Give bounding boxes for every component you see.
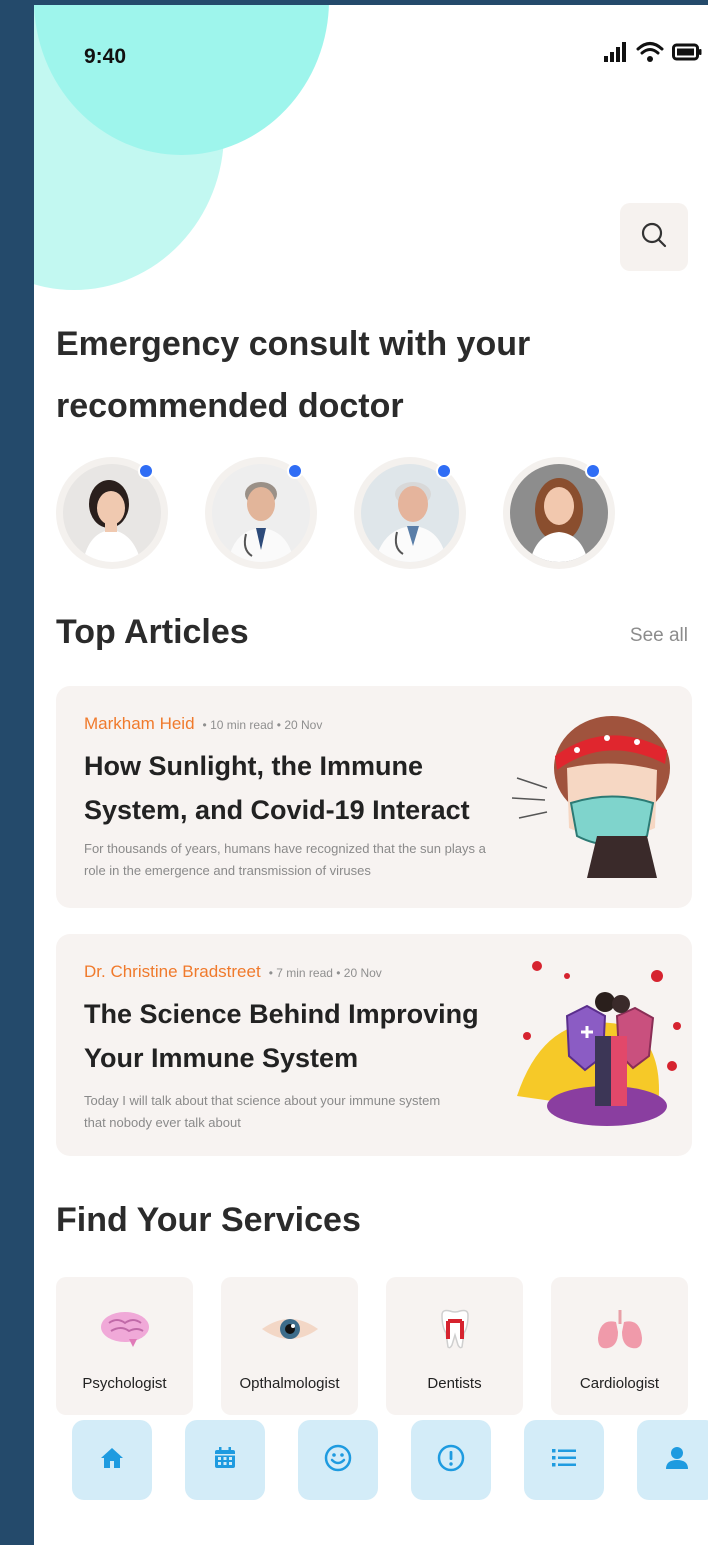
nav-list[interactable]	[524, 1420, 604, 1500]
doctor-avatar-4[interactable]	[503, 457, 615, 569]
search-button[interactable]	[620, 203, 688, 271]
service-label: Cardiologist	[579, 1375, 660, 1392]
article-description: Today I will talk about that science abo…	[84, 1093, 441, 1130]
list-icon	[552, 1447, 576, 1474]
doctor-avatar-3[interactable]	[354, 457, 466, 569]
lungs-icon	[594, 1307, 646, 1351]
tooth-icon	[438, 1307, 472, 1351]
home-icon	[100, 1447, 124, 1474]
article-meta: Markham Heid • 10 min read • 20 Nov	[84, 714, 322, 734]
top-articles-title: Top Articles	[56, 613, 249, 651]
article-title: The Science Behind Improving Your Immune…	[84, 999, 479, 1073]
service-opthalmologist[interactable]: Opthalmologist	[221, 1277, 358, 1415]
signal-icon	[604, 42, 628, 67]
doctor-avatar-1[interactable]	[56, 457, 168, 569]
article-info: • 7 min read • 20 Nov	[268, 966, 382, 980]
service-label: Dentists	[427, 1375, 482, 1392]
masked-girl-illustration	[507, 698, 682, 893]
article-author: Markham Heid	[84, 714, 195, 733]
service-label: Opthalmologist	[239, 1375, 340, 1392]
alert-icon	[437, 1444, 465, 1477]
online-indicator	[138, 463, 154, 479]
article-description: For thousands of years, humans have reco…	[84, 841, 486, 878]
see-all-link[interactable]: See all	[630, 625, 688, 647]
article-info: • 10 min read • 20 Nov	[202, 718, 323, 732]
service-dentists[interactable]: Dentists	[386, 1277, 523, 1415]
headline: Emergency consult with your recommended …	[56, 325, 531, 425]
immune-shield-illustration	[507, 946, 682, 1141]
article-title: How Sunlight, the Immune System, and Cov…	[84, 751, 470, 825]
nav-alerts[interactable]	[411, 1420, 491, 1500]
status-time: 9:40	[84, 45, 127, 68]
battery-icon	[672, 43, 702, 66]
nav-calendar[interactable]	[185, 1420, 265, 1500]
nav-mood[interactable]	[298, 1420, 378, 1500]
eye-icon	[260, 1307, 320, 1351]
wifi-icon	[636, 41, 664, 68]
status-icons	[604, 41, 702, 68]
doctor-avatar-2[interactable]	[205, 457, 317, 569]
online-indicator	[585, 463, 601, 479]
service-psychologist[interactable]: Psychologist	[56, 1277, 193, 1415]
search-icon	[640, 221, 668, 254]
services-title: Find Your Services	[56, 1201, 361, 1239]
app-screen: 9:40 Emergency consult with your recomme…	[34, 5, 708, 1545]
bottom-navigation	[72, 1420, 708, 1500]
article-author: Dr. Christine Bradstreet	[84, 962, 261, 981]
nav-home[interactable]	[72, 1420, 152, 1500]
brain-icon	[99, 1307, 151, 1351]
services-list: Psychologist Opthalmologist Dentists Car…	[56, 1277, 688, 1415]
service-cardiologist[interactable]: Cardiologist	[551, 1277, 688, 1415]
smiley-icon	[324, 1444, 352, 1477]
online-indicator	[287, 463, 303, 479]
article-card-1[interactable]: Markham Heid • 10 min read • 20 Nov How …	[56, 686, 692, 908]
doctor-list	[56, 457, 615, 569]
calendar-icon	[214, 1446, 236, 1474]
service-label: Psychologist	[82, 1375, 167, 1392]
article-card-2[interactable]: Dr. Christine Bradstreet • 7 min read • …	[56, 934, 692, 1156]
online-indicator	[436, 463, 452, 479]
user-icon	[665, 1446, 689, 1475]
nav-profile[interactable]	[637, 1420, 708, 1500]
article-meta: Dr. Christine Bradstreet • 7 min read • …	[84, 962, 382, 982]
